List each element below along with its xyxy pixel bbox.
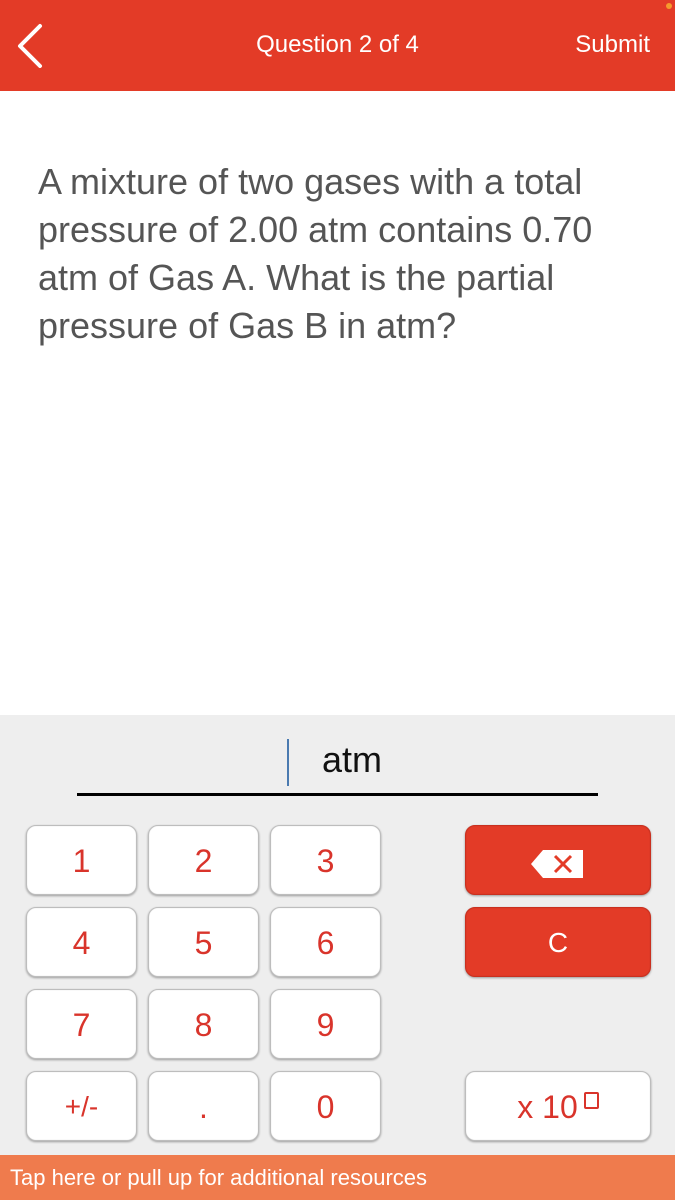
key-5[interactable]: 5 [148, 907, 259, 977]
text-cursor [287, 739, 289, 786]
status-indicator-dot [666, 3, 672, 9]
answer-panel: atm 1 2 3 4 5 6 C 7 8 9 +/- . 0 x 10 [0, 715, 675, 1155]
question-text: A mixture of two gases with a total pres… [38, 161, 593, 346]
key-6[interactable]: 6 [270, 907, 381, 977]
key-1[interactable]: 1 [26, 825, 137, 895]
key-3[interactable]: 3 [270, 825, 381, 895]
top-nav-bar: Question 2 of 4 Submit [0, 0, 675, 91]
key-7[interactable]: 7 [26, 989, 137, 1059]
answer-input-underline[interactable] [77, 793, 598, 796]
question-counter: Question 2 of 4 [256, 31, 419, 58]
backspace-button[interactable] [465, 825, 651, 895]
additional-resources-bar[interactable]: Tap here or pull up for additional resou… [0, 1155, 675, 1200]
answer-unit: atm [322, 739, 383, 780]
key-8[interactable]: 8 [148, 989, 259, 1059]
key-0[interactable]: 0 [270, 1071, 381, 1141]
exponent-placeholder-icon [583, 1092, 599, 1109]
key-9[interactable]: 9 [270, 989, 381, 1059]
backspace-icon [531, 849, 583, 878]
exponent-label: x 10 [517, 1089, 578, 1125]
sign-toggle-button[interactable]: +/- [26, 1071, 137, 1141]
clear-button[interactable]: C [465, 907, 651, 977]
submit-button[interactable]: Submit [575, 31, 650, 59]
key-4[interactable]: 4 [26, 907, 137, 977]
exponent-button[interactable]: x 10 [465, 1071, 651, 1141]
decimal-button[interactable]: . [148, 1071, 259, 1141]
key-2[interactable]: 2 [148, 825, 259, 895]
